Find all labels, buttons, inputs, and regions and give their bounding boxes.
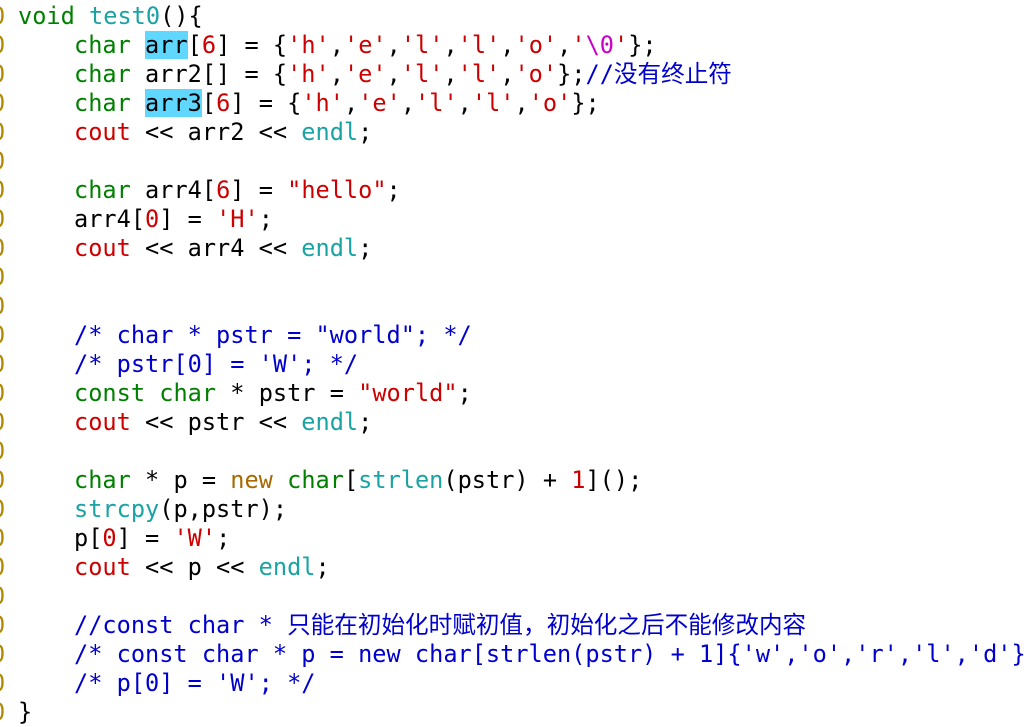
line-number: 0: [0, 350, 5, 379]
code-line[interactable]: cout << arr2 << endl;: [18, 118, 372, 147]
code-line[interactable]: strcpy(p,pstr);: [18, 495, 287, 524]
code-line[interactable]: /* p[0] = 'W'; */: [18, 669, 315, 698]
line-number: 0: [0, 321, 5, 350]
code-line[interactable]: //const char * 只能在初始化时赋初值，初始化之后不能修改内容: [18, 611, 806, 640]
line-number: 0: [0, 118, 5, 147]
line-number: 0: [0, 524, 5, 553]
line-number: 0: [0, 89, 5, 118]
line-number: 0: [0, 147, 5, 176]
line-number: 0: [0, 2, 5, 31]
line-number: 0: [0, 176, 5, 205]
line-number: 0: [0, 582, 5, 611]
line-number: 0: [0, 495, 5, 524]
line-number: 0: [0, 379, 5, 408]
line-number: 0: [0, 437, 5, 466]
line-number: 0: [0, 205, 5, 234]
code-line[interactable]: /* pstr[0] = 'W'; */: [18, 350, 358, 379]
code-line[interactable]: }: [18, 698, 32, 727]
line-number: 0: [0, 234, 5, 263]
line-number: 0: [0, 263, 5, 292]
code-line[interactable]: /* const char * p = new char[strlen(pstr…: [18, 640, 1027, 669]
code-line[interactable]: /* char * pstr = "world"; */: [18, 321, 472, 350]
line-number: 0: [0, 292, 5, 321]
code-line[interactable]: cout << p << endl;: [18, 553, 330, 582]
code-line[interactable]: p[0] = 'W';: [18, 524, 230, 553]
code-line[interactable]: arr4[0] = 'H';: [18, 205, 273, 234]
code-line[interactable]: char arr3[6] = {'h','e','l','l','o'};: [18, 89, 600, 118]
code-line[interactable]: cout << arr4 << endl;: [18, 234, 372, 263]
code-line[interactable]: char arr4[6] = "hello";: [18, 176, 401, 205]
line-number: 0: [0, 466, 5, 495]
line-number: 0: [0, 408, 5, 437]
line-number: 0: [0, 60, 5, 89]
line-number: 0: [0, 640, 5, 669]
line-number: 0: [0, 669, 5, 698]
line-number: 0: [0, 611, 5, 640]
line-number: 0: [0, 698, 5, 727]
line-number: 0: [0, 31, 5, 60]
code-editor[interactable]: 0 void test0(){ 0 char arr[6] = {'h','e','l…: [0, 0, 1027, 726]
line-number: 0: [0, 553, 5, 582]
code-line[interactable]: const char * pstr = "world";: [18, 379, 472, 408]
code-line[interactable]: cout << pstr << endl;: [18, 408, 372, 437]
code-line[interactable]: void test0(){: [18, 2, 203, 31]
code-line[interactable]: char arr2[] = {'h','e','l','l','o'};//没有…: [18, 60, 732, 89]
code-line[interactable]: char arr[6] = {'h','e','l','l','o','\0'}…: [18, 31, 657, 60]
code-line[interactable]: char * p = new char[strlen(pstr) + 1]();: [18, 466, 642, 495]
